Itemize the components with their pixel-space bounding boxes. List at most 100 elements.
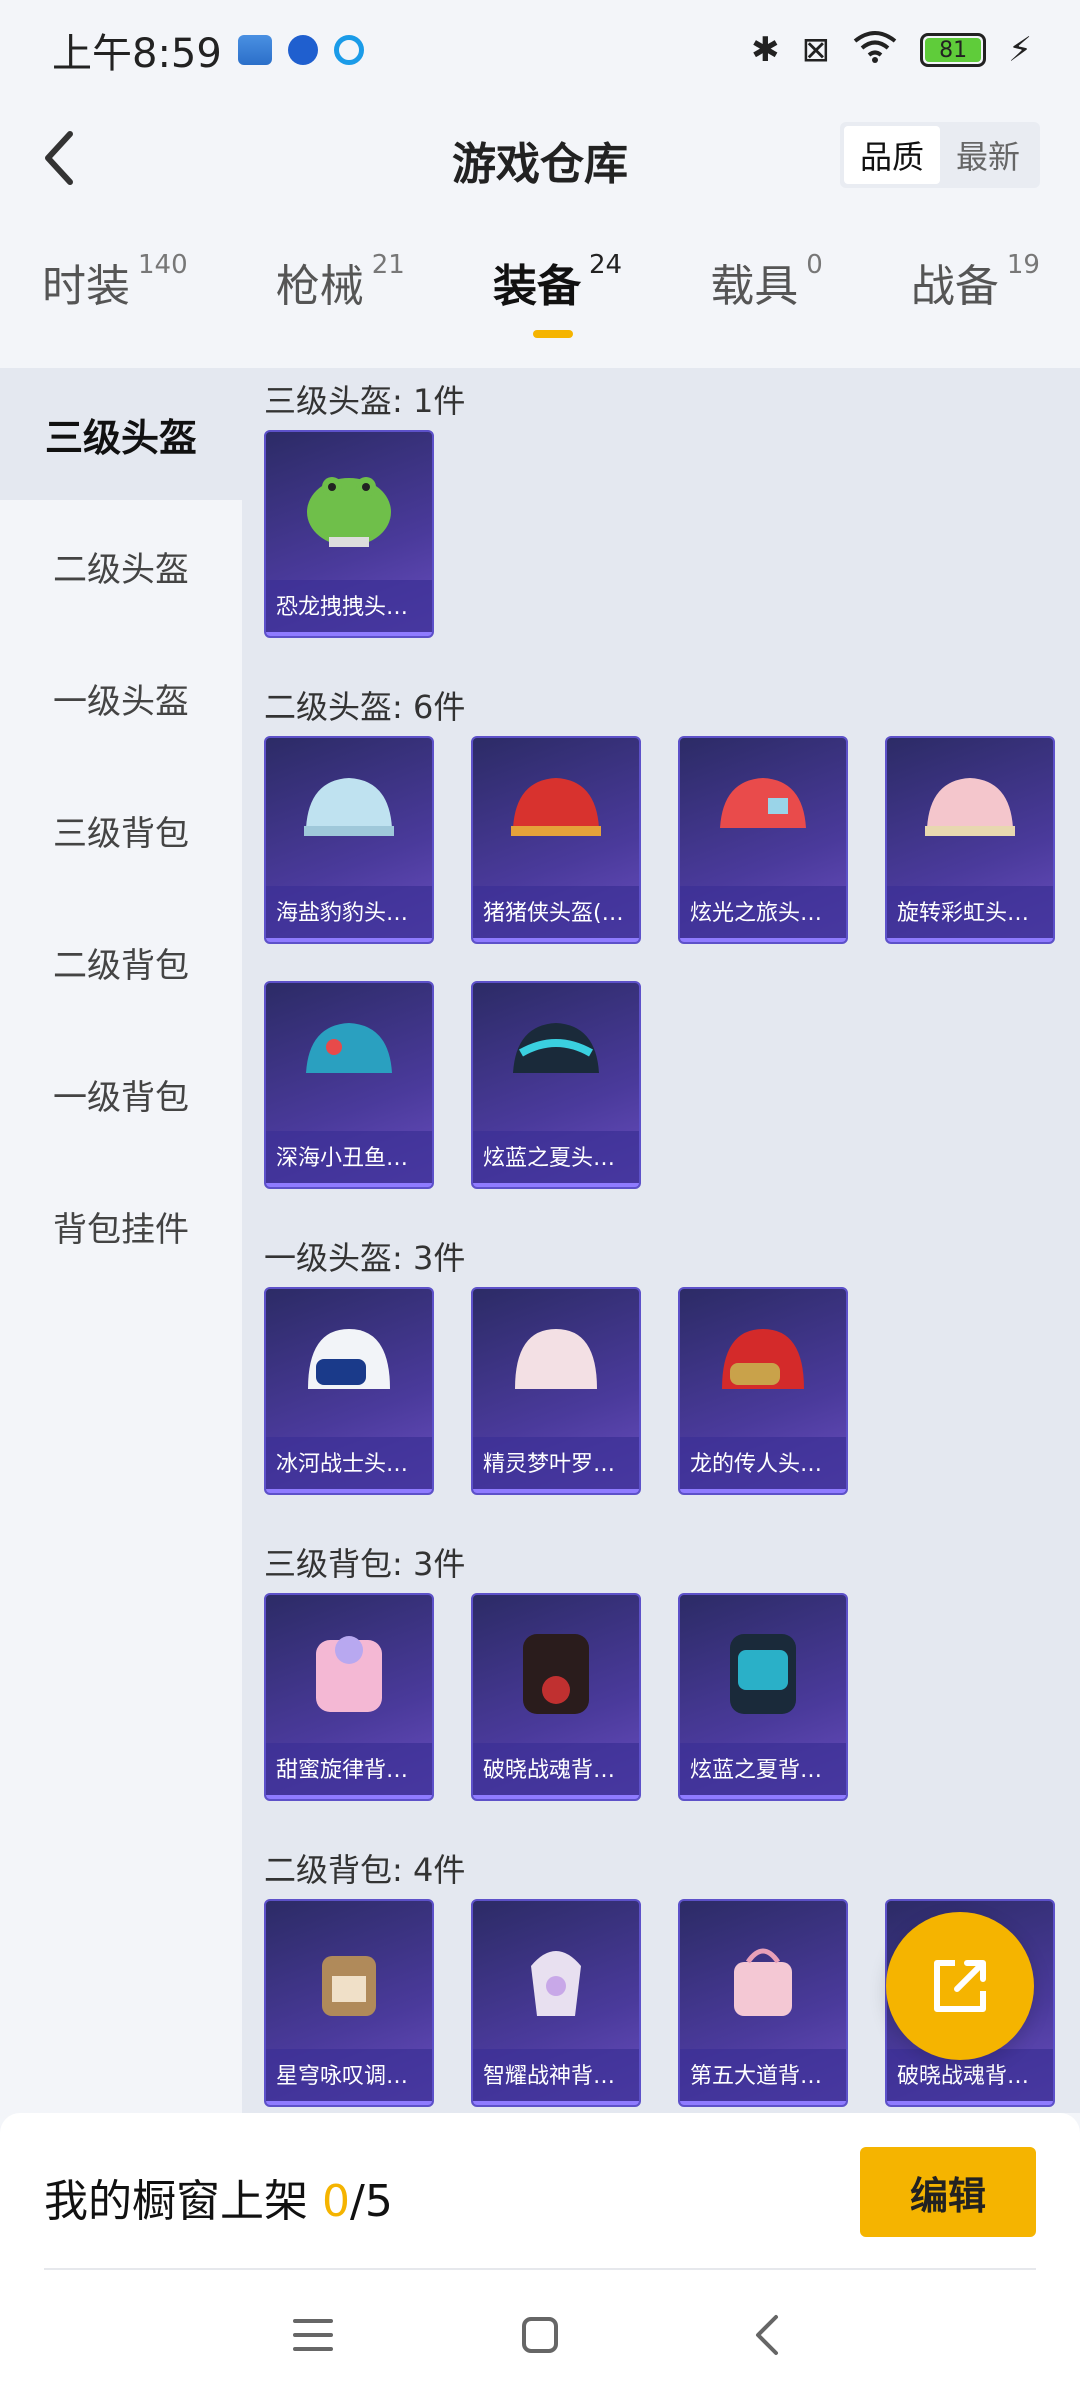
tab-count: 24 — [588, 250, 623, 280]
item-name: 海盐豹豹头… — [266, 886, 432, 942]
sidebar-item-backpack-charms[interactable]: 背包挂件 — [0, 1160, 242, 1292]
tab-equipment[interactable]: 装备 24 — [493, 250, 622, 360]
item-name: 炫蓝之夏背… — [680, 1743, 846, 1799]
card-bar — [680, 938, 846, 942]
helmet-icon — [473, 983, 639, 1133]
card-bar — [473, 938, 639, 942]
tab-count: 19 — [1006, 250, 1040, 280]
sidebar-item-level2-helmet[interactable]: 二级头盔 — [0, 500, 242, 632]
tab-label: 时装 — [42, 261, 130, 312]
tab-label: 装备 — [492, 261, 581, 312]
item-card[interactable]: 智耀战神背… — [471, 1899, 641, 2107]
dino-helmet-icon — [266, 432, 432, 582]
item-name: 第五大道背… — [680, 2049, 846, 2105]
card-bar — [680, 1795, 846, 1799]
item-name: 旋转彩虹头… — [887, 886, 1053, 942]
sort-latest-button[interactable]: 最新 — [940, 126, 1036, 184]
card-bar — [473, 2101, 639, 2105]
item-card[interactable]: 猪猪侠头盔(… — [471, 736, 641, 944]
sidebar-item-level2-backpack[interactable]: 二级背包 — [0, 896, 242, 1028]
item-card[interactable]: 炫蓝之夏头… — [471, 981, 641, 1189]
edit-button[interactable]: 编辑 — [860, 2147, 1036, 2237]
card-bar — [266, 1183, 432, 1187]
backpack-icon — [680, 1901, 846, 2051]
tab-supplies[interactable]: 战备 19 — [911, 250, 1040, 360]
item-card[interactable]: 甜蜜旋律背… — [264, 1593, 434, 1801]
item-card[interactable]: 冰河战士头… — [264, 1287, 434, 1495]
sidebar-item-level1-helmet[interactable]: 一级头盔 — [0, 632, 242, 764]
menu-button[interactable] — [283, 2305, 343, 2365]
tab-count: 140 — [138, 250, 188, 280]
item-card[interactable]: 炫蓝之夏背… — [678, 1593, 848, 1801]
card-bar — [266, 1489, 432, 1493]
item-card[interactable]: 深海小丑鱼… — [264, 981, 434, 1189]
browser-notification-icon — [333, 35, 364, 65]
tab-fashion[interactable]: 时装 140 — [42, 250, 188, 360]
system-back-button[interactable] — [737, 2305, 797, 2365]
item-card[interactable]: 旋转彩虹头… — [885, 736, 1055, 944]
item-card[interactable]: 海盐豹豹头… — [264, 736, 434, 944]
item-card[interactable]: 星穹咏叹调… — [264, 1899, 434, 2107]
battery-level: 81 — [925, 38, 982, 63]
system-nav-bar — [0, 2270, 1080, 2400]
section-title: 三级背包: 3件 — [264, 1545, 466, 1583]
sidebar-item-level1-backpack[interactable]: 一级背包 — [0, 1028, 242, 1160]
card-bar — [266, 1795, 432, 1799]
card-bar — [473, 1795, 639, 1799]
helmet-icon — [680, 1289, 846, 1439]
tab-count: 21 — [371, 250, 405, 280]
item-card[interactable]: 恐龙拽拽头… — [264, 430, 434, 638]
item-name: 破晓战魂背… — [473, 1743, 639, 1799]
tab-guns[interactable]: 枪械 21 — [276, 250, 405, 360]
item-card[interactable]: 破晓战魂背… — [471, 1593, 641, 1801]
tab-label: 枪械 — [275, 261, 364, 312]
sort-quality-button[interactable]: 品质 — [843, 126, 940, 184]
home-button[interactable] — [510, 2305, 570, 2365]
card-bar — [887, 2101, 1053, 2105]
card-icon — [237, 35, 272, 65]
back-icon — [755, 2315, 778, 2355]
helmet-icon — [473, 1289, 639, 1439]
card-bar — [473, 1489, 639, 1493]
card-bar — [680, 2101, 846, 2105]
wifi-icon — [852, 29, 898, 72]
item-name: 猪猪侠头盔(… — [473, 886, 639, 942]
tab-vehicles[interactable]: 载具 0 — [710, 250, 823, 360]
backpack-icon — [266, 1595, 432, 1745]
showcase-text: 我的橱窗上架 — [44, 2176, 308, 2227]
item-grid: 甜蜜旋律背… 破晓战魂背… 炫蓝之夏背… — [264, 1593, 1080, 1801]
sidebar: 三级头盔 二级头盔 一级头盔 三级背包 二级背包 一级背包 背包挂件 — [0, 368, 242, 2113]
item-card[interactable]: 龙的传人头… — [678, 1287, 848, 1495]
item-card[interactable]: 精灵梦叶罗… — [471, 1287, 641, 1495]
tab-count: 0 — [806, 250, 823, 280]
showcase-panel: 我的橱窗上架 0/5 编辑 — [0, 2113, 1080, 2273]
item-name: 甜蜜旋律背… — [266, 1743, 432, 1799]
active-tab-indicator — [532, 330, 573, 338]
item-name: 智耀战神背… — [473, 2049, 639, 2105]
no-sim-icon: ⊠ — [801, 30, 831, 70]
helmet-icon — [266, 738, 432, 888]
card-bar — [266, 938, 432, 942]
item-grid: 海盐豹豹头… 猪猪侠头盔(… 炫光之旅头… 旋转彩虹头… 深海小丑鱼… 炫蓝之夏… — [264, 736, 1080, 1189]
item-list[interactable]: 三级头盔: 1件 恐龙拽拽头… 二级头盔: 6件 海盐豹豹头… 猪猪侠头盔(… … — [242, 368, 1080, 2113]
header: 游戏仓库 品质 最新 — [0, 100, 1080, 220]
card-bar — [887, 938, 1053, 942]
section-title: 二级头盔: 6件 — [264, 688, 466, 726]
backpack-icon — [473, 1901, 639, 2051]
tab-label: 战备 — [910, 261, 999, 312]
sidebar-item-level3-backpack[interactable]: 三级背包 — [0, 764, 242, 896]
section-title: 二级背包: 4件 — [264, 1851, 466, 1889]
item-name: 炫蓝之夏头… — [473, 1131, 639, 1187]
backpack-icon — [473, 1595, 639, 1745]
showcase-label: 我的橱窗上架 0/5 — [44, 2165, 393, 2229]
share-button[interactable] — [886, 1912, 1034, 2060]
item-card[interactable]: 炫光之旅头… — [678, 736, 848, 944]
sidebar-item-level3-helmet[interactable]: 三级头盔 — [0, 368, 242, 500]
showcase-current: 0 — [322, 2176, 350, 2227]
item-name: 炫光之旅头… — [680, 886, 846, 942]
section-title: 一级头盔: 3件 — [264, 1239, 466, 1277]
item-card[interactable]: 第五大道背… — [678, 1899, 848, 2107]
card-bar — [473, 1183, 639, 1187]
item-name: 龙的传人头… — [680, 1437, 846, 1493]
bluetooth-icon: ✱ — [751, 30, 780, 70]
